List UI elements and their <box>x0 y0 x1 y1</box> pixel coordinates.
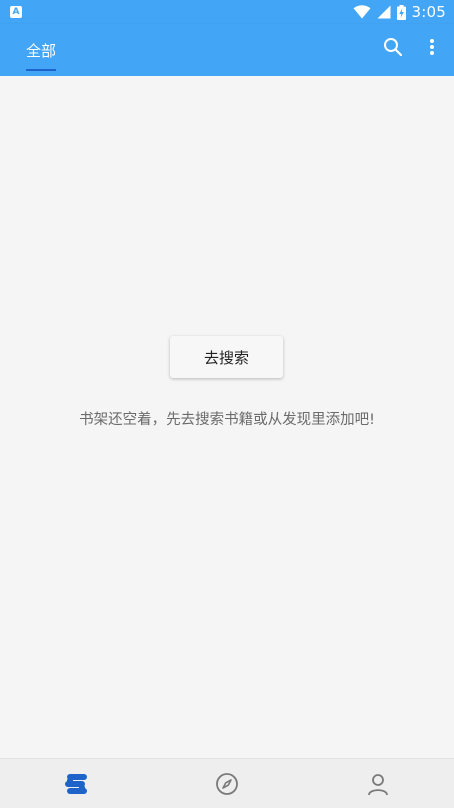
nav-item-profile[interactable] <box>303 759 454 808</box>
search-button-appbar[interactable] <box>378 32 408 62</box>
battery-charging-icon <box>396 4 406 20</box>
person-icon <box>368 773 389 795</box>
go-search-button[interactable]: 去搜索 <box>170 336 283 378</box>
wifi-icon <box>353 5 371 19</box>
empty-message: 书架还空着，先去搜索书籍或从发现里添加吧! <box>79 412 375 428</box>
nav-item-bookshelf[interactable] <box>0 759 151 808</box>
status-left: A <box>10 6 22 18</box>
status-time: 3:05 <box>411 3 446 21</box>
bottom-navigation <box>0 758 454 808</box>
bookshelf-empty-state: 去搜索 书架还空着，先去搜索书籍或从发现里添加吧! <box>0 76 454 758</box>
status-bar: A 3:05 <box>0 0 454 24</box>
bookshelf-icon <box>64 773 87 794</box>
status-right: 3:05 <box>353 3 446 21</box>
search-icon <box>384 38 403 57</box>
notification-app-icon: A <box>10 6 22 18</box>
compass-icon <box>216 772 238 795</box>
app-bar: 全部 <box>0 24 454 76</box>
more-options-button[interactable] <box>420 32 444 62</box>
nav-item-discover[interactable] <box>151 759 302 808</box>
tab-indicator <box>26 69 56 71</box>
more-vert-icon <box>430 39 434 55</box>
cell-signal-icon <box>377 5 391 19</box>
